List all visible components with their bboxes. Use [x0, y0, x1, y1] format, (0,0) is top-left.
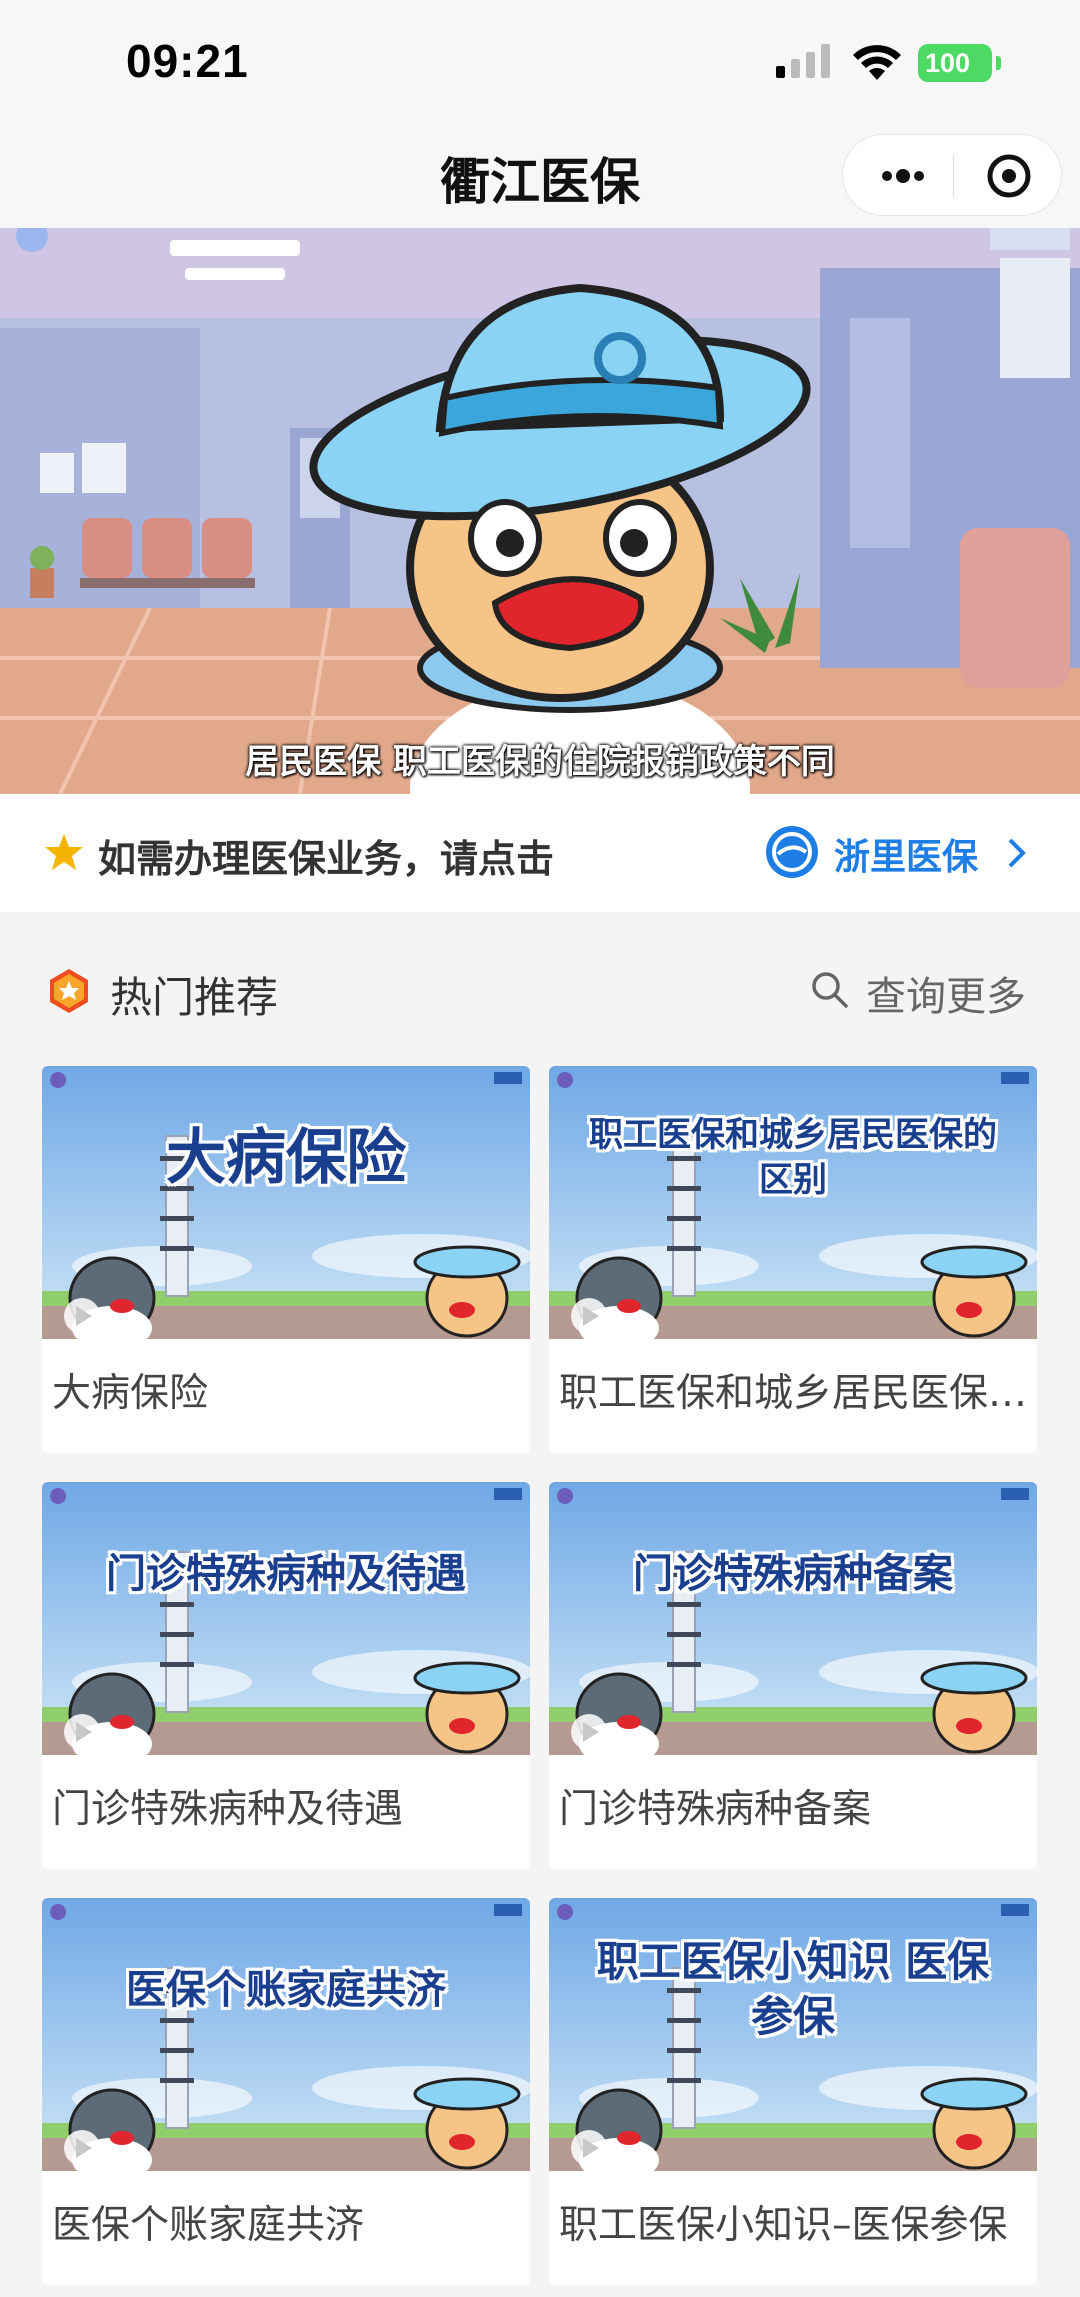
- video-card[interactable]: 门诊特殊病种及待遇 门诊特殊病种及待遇: [42, 1482, 530, 1869]
- video-thumbnail-title: 职工医保小知识 医保参保: [596, 1936, 990, 2041]
- target-close-icon: [987, 154, 1031, 198]
- section-header: 热门推荐 查询更多: [0, 950, 1080, 1032]
- wifi-icon: [853, 45, 901, 80]
- close-mini-program-button[interactable]: [965, 135, 1053, 217]
- video-card-label: 门诊特殊病种及待遇: [52, 1787, 404, 1832]
- video-thumbnail-title: 职工医保和城乡居民医保的区别: [589, 1115, 997, 1200]
- star-icon: [45, 834, 83, 870]
- video-card-label: 门诊特殊病种备案: [559, 1787, 872, 1832]
- hot-recommend-icon: [50, 969, 88, 1013]
- battery-tip: [996, 56, 1001, 70]
- video-card-label: 大病保险: [52, 1371, 209, 1416]
- video-card[interactable]: 门诊特殊病种备案 门诊特殊病种备案: [549, 1482, 1037, 1869]
- video-card[interactable]: 职工医保小知识 医保参保职工医保小知识–医保参保: [549, 1898, 1037, 2285]
- chevron-right-icon[interactable]: [1006, 836, 1028, 870]
- video-card[interactable]: 职工医保和城乡居民医保的区别职工医保和城乡居民医保的区别: [549, 1066, 1037, 1453]
- status-time: 09:21: [126, 35, 249, 87]
- notice-text: 如需办理医保业务，请点击: [98, 837, 555, 881]
- search-more-link[interactable]: 查询更多: [866, 964, 1026, 1022]
- more-dots-icon: [882, 169, 924, 183]
- video-card-label: 医保个账家庭共济: [52, 2203, 365, 2248]
- search-icon[interactable]: [810, 970, 850, 1010]
- video-frame-illustration: [0, 228, 1080, 794]
- capsule-divider: [953, 155, 954, 197]
- zheli-yibao-link[interactable]: 浙里医保: [834, 828, 978, 880]
- more-options-button[interactable]: [865, 135, 941, 217]
- section-title: 热门推荐: [110, 973, 279, 1022]
- video-player[interactable]: 居民医保 职工医保的住院报销政策不同: [0, 228, 1080, 794]
- navigation-bar: 衢江医保: [0, 126, 1080, 228]
- battery-level: 100: [925, 48, 971, 78]
- video-thumbnail-title: 门诊特殊病种及待遇: [106, 1550, 466, 1597]
- status-bar: 09:21 100: [0, 0, 1080, 126]
- video-thumbnail-title: 门诊特殊病种备案: [633, 1550, 953, 1597]
- video-card-label: 职工医保和城乡居民医保的区别: [559, 1371, 1029, 1416]
- video-subtitle: 居民医保 职工医保的住院报销政策不同: [245, 742, 835, 782]
- video-card-label: 职工医保小知识–医保参保: [559, 2203, 1008, 2248]
- notice-bar: 如需办理医保业务，请点击 浙里医保: [0, 794, 1080, 912]
- video-thumbnail-title: 大病保险: [166, 1122, 406, 1193]
- mini-program-capsule: [842, 134, 1062, 216]
- video-card[interactable]: 大病保险 大病保险: [42, 1066, 530, 1453]
- cellular-signal-icon: [776, 44, 830, 78]
- zheli-yibao-logo-icon: [766, 826, 818, 878]
- battery-indicator: 100: [918, 44, 992, 82]
- video-thumbnail-title: 医保个账家庭共济: [126, 1966, 446, 2013]
- video-card[interactable]: 医保个账家庭共济 医保个账家庭共济: [42, 1898, 530, 2285]
